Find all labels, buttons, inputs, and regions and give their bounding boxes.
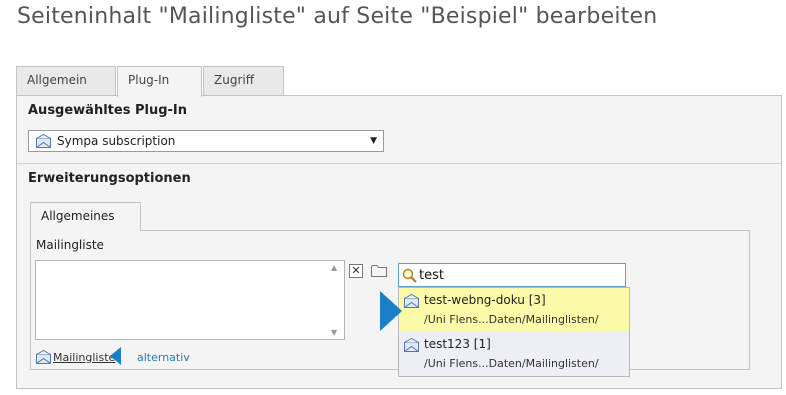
alternativ-link[interactable]: alternativ (137, 351, 190, 364)
scroll-up-icon[interactable]: ▲ (331, 263, 337, 272)
page-title: Seiteninhalt "Mailingliste" auf Seite "B… (17, 4, 658, 29)
tab-allgemein[interactable]: Allgemein (16, 66, 116, 95)
plugin-select[interactable]: Sympa subscription ▼ (28, 130, 384, 152)
search-input[interactable] (419, 266, 619, 284)
search-icon (402, 268, 417, 283)
plugin-select-value: Sympa subscription (57, 134, 176, 148)
result-title: test123 [1] (424, 337, 491, 351)
mailinglist-icon (404, 338, 419, 352)
section-divider (17, 163, 781, 164)
mailingliste-listbox[interactable]: ▲ ▼ (35, 260, 345, 340)
pointer-arrow-icon (380, 291, 402, 331)
folder-icon[interactable] (371, 264, 387, 277)
tab-allgemeines[interactable]: Allgemeines (30, 202, 141, 231)
search-results-dropdown: test-webng-doku [3] /Uni Flens...Daten/M… (398, 287, 630, 377)
result-path: /Uni Flens...Daten/Mailinglisten/ (424, 357, 599, 370)
mailingliste-link[interactable]: Mailingliste (53, 351, 115, 364)
chevron-down-icon: ▼ (370, 136, 377, 146)
result-path: /Uni Flens...Daten/Mailinglisten/ (424, 313, 599, 326)
search-result-item[interactable]: test-webng-doku [3] /Uni Flens...Daten/M… (399, 288, 629, 332)
remove-button[interactable]: ✕ (349, 264, 363, 278)
scroll-down-icon[interactable]: ▼ (331, 328, 337, 337)
mailinglist-icon (36, 134, 51, 148)
mailinglist-icon (404, 294, 419, 308)
options-section-title: Erweiterungsoptionen (28, 171, 191, 186)
tab-plug-in[interactable]: Plug-In (117, 66, 202, 97)
tab-zugriff[interactable]: Zugriff (203, 66, 284, 95)
search-box[interactable] (398, 263, 626, 287)
pointer-arrow-icon (110, 347, 121, 365)
mailinglist-icon (36, 350, 51, 364)
result-title: test-webng-doku [3] (424, 293, 546, 307)
mailingliste-label: Mailingliste (36, 238, 104, 252)
listbox-scrollbar[interactable]: ▲ ▼ (328, 261, 344, 339)
search-result-item[interactable]: test123 [1] /Uni Flens...Daten/Mailingli… (399, 332, 629, 376)
plugin-section-title: Ausgewähltes Plug-In (28, 103, 187, 118)
